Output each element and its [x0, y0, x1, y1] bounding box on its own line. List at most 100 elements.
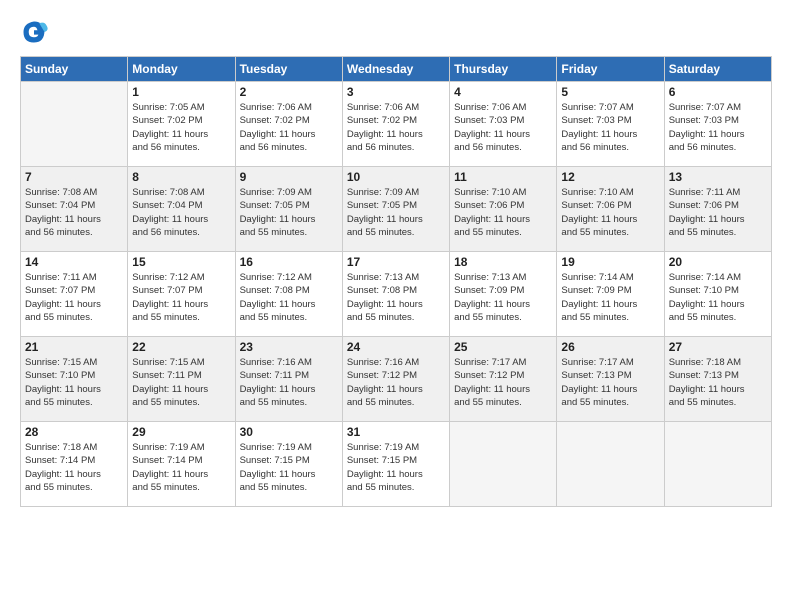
day-number: 22	[132, 340, 230, 354]
day-detail: Sunrise: 7:11 AM Sunset: 7:06 PM Dayligh…	[669, 186, 767, 239]
weekday-header-sunday: Sunday	[21, 57, 128, 82]
calendar-day-cell: 21 Sunrise: 7:15 AM Sunset: 7:10 PM Dayli…	[21, 337, 128, 422]
day-detail: Sunrise: 7:14 AM Sunset: 7:10 PM Dayligh…	[669, 271, 767, 324]
day-detail: Sunrise: 7:18 AM Sunset: 7:14 PM Dayligh…	[25, 441, 123, 494]
day-detail: Sunrise: 7:09 AM Sunset: 7:05 PM Dayligh…	[240, 186, 338, 239]
day-number: 11	[454, 170, 552, 184]
day-detail: Sunrise: 7:14 AM Sunset: 7:09 PM Dayligh…	[561, 271, 659, 324]
day-number: 10	[347, 170, 445, 184]
weekday-header-friday: Friday	[557, 57, 664, 82]
day-detail: Sunrise: 7:10 AM Sunset: 7:06 PM Dayligh…	[561, 186, 659, 239]
header	[20, 18, 772, 46]
day-detail: Sunrise: 7:10 AM Sunset: 7:06 PM Dayligh…	[454, 186, 552, 239]
calendar-day-cell	[664, 422, 771, 507]
weekday-header-monday: Monday	[128, 57, 235, 82]
calendar-day-cell: 13 Sunrise: 7:11 AM Sunset: 7:06 PM Dayli…	[664, 167, 771, 252]
calendar-day-cell: 7 Sunrise: 7:08 AM Sunset: 7:04 PM Daylig…	[21, 167, 128, 252]
day-number: 9	[240, 170, 338, 184]
day-number: 5	[561, 85, 659, 99]
day-number: 18	[454, 255, 552, 269]
weekday-header-row: SundayMondayTuesdayWednesdayThursdayFrid…	[21, 57, 772, 82]
calendar-week-row: 14 Sunrise: 7:11 AM Sunset: 7:07 PM Dayli…	[21, 252, 772, 337]
day-detail: Sunrise: 7:15 AM Sunset: 7:10 PM Dayligh…	[25, 356, 123, 409]
day-number: 26	[561, 340, 659, 354]
day-detail: Sunrise: 7:13 AM Sunset: 7:09 PM Dayligh…	[454, 271, 552, 324]
weekday-header-tuesday: Tuesday	[235, 57, 342, 82]
calendar-day-cell: 22Sunrise: 7:15 AM Sunset: 7:11 PM Dayli…	[128, 337, 235, 422]
day-number: 20	[669, 255, 767, 269]
calendar-day-cell: 29Sunrise: 7:19 AM Sunset: 7:14 PM Dayli…	[128, 422, 235, 507]
calendar-day-cell: 17Sunrise: 7:13 AM Sunset: 7:08 PM Dayli…	[342, 252, 449, 337]
day-number: 17	[347, 255, 445, 269]
day-detail: Sunrise: 7:18 AM Sunset: 7:13 PM Dayligh…	[669, 356, 767, 409]
day-number: 6	[669, 85, 767, 99]
calendar-day-cell: 6 Sunrise: 7:07 AM Sunset: 7:03 PM Daylig…	[664, 82, 771, 167]
calendar-day-cell: 26Sunrise: 7:17 AM Sunset: 7:13 PM Dayli…	[557, 337, 664, 422]
day-number: 1	[132, 85, 230, 99]
calendar-day-cell: 14 Sunrise: 7:11 AM Sunset: 7:07 PM Dayli…	[21, 252, 128, 337]
weekday-header-saturday: Saturday	[664, 57, 771, 82]
calendar-day-cell: 2Sunrise: 7:06 AM Sunset: 7:02 PM Daylig…	[235, 82, 342, 167]
day-number: 30	[240, 425, 338, 439]
day-number: 19	[561, 255, 659, 269]
day-number: 15	[132, 255, 230, 269]
calendar-day-cell: 24 Sunrise: 7:16 AM Sunset: 7:12 PM Dayli…	[342, 337, 449, 422]
logo-icon	[20, 18, 48, 46]
calendar-day-cell: 3Sunrise: 7:06 AM Sunset: 7:02 PM Daylig…	[342, 82, 449, 167]
weekday-header-thursday: Thursday	[450, 57, 557, 82]
day-detail: Sunrise: 7:16 AM Sunset: 7:11 PM Dayligh…	[240, 356, 338, 409]
day-number: 4	[454, 85, 552, 99]
calendar-day-cell: 30 Sunrise: 7:19 AM Sunset: 7:15 PM Dayli…	[235, 422, 342, 507]
calendar-day-cell	[557, 422, 664, 507]
day-number: 16	[240, 255, 338, 269]
calendar-day-cell: 23Sunrise: 7:16 AM Sunset: 7:11 PM Dayli…	[235, 337, 342, 422]
day-detail: Sunrise: 7:07 AM Sunset: 7:03 PM Dayligh…	[561, 101, 659, 154]
day-number: 13	[669, 170, 767, 184]
day-detail: Sunrise: 7:19 AM Sunset: 7:14 PM Dayligh…	[132, 441, 230, 494]
day-detail: Sunrise: 7:07 AM Sunset: 7:03 PM Dayligh…	[669, 101, 767, 154]
calendar-day-cell: 11 Sunrise: 7:10 AM Sunset: 7:06 PM Dayli…	[450, 167, 557, 252]
day-number: 28	[25, 425, 123, 439]
calendar-day-cell: 9 Sunrise: 7:09 AM Sunset: 7:05 PM Daylig…	[235, 167, 342, 252]
calendar-week-row: 1 Sunrise: 7:05 AM Sunset: 7:02 PM Daylig…	[21, 82, 772, 167]
day-detail: Sunrise: 7:12 AM Sunset: 7:07 PM Dayligh…	[132, 271, 230, 324]
day-number: 25	[454, 340, 552, 354]
day-detail: Sunrise: 7:09 AM Sunset: 7:05 PM Dayligh…	[347, 186, 445, 239]
calendar-table: SundayMondayTuesdayWednesdayThursdayFrid…	[20, 56, 772, 507]
calendar-day-cell	[450, 422, 557, 507]
calendar-day-cell: 18 Sunrise: 7:13 AM Sunset: 7:09 PM Dayli…	[450, 252, 557, 337]
calendar-day-cell: 25 Sunrise: 7:17 AM Sunset: 7:12 PM Dayli…	[450, 337, 557, 422]
day-detail: Sunrise: 7:08 AM Sunset: 7:04 PM Dayligh…	[132, 186, 230, 239]
calendar-day-cell: 12 Sunrise: 7:10 AM Sunset: 7:06 PM Dayli…	[557, 167, 664, 252]
day-detail: Sunrise: 7:08 AM Sunset: 7:04 PM Dayligh…	[25, 186, 123, 239]
day-number: 27	[669, 340, 767, 354]
day-detail: Sunrise: 7:19 AM Sunset: 7:15 PM Dayligh…	[347, 441, 445, 494]
day-number: 21	[25, 340, 123, 354]
day-detail: Sunrise: 7:06 AM Sunset: 7:03 PM Dayligh…	[454, 101, 552, 154]
day-detail: Sunrise: 7:12 AM Sunset: 7:08 PM Dayligh…	[240, 271, 338, 324]
logo	[20, 18, 52, 46]
day-number: 24	[347, 340, 445, 354]
calendar-week-row: 28 Sunrise: 7:18 AM Sunset: 7:14 PM Dayli…	[21, 422, 772, 507]
calendar-week-row: 21 Sunrise: 7:15 AM Sunset: 7:10 PM Dayli…	[21, 337, 772, 422]
calendar-day-cell: 4 Sunrise: 7:06 AM Sunset: 7:03 PM Daylig…	[450, 82, 557, 167]
calendar-day-cell: 28 Sunrise: 7:18 AM Sunset: 7:14 PM Dayli…	[21, 422, 128, 507]
day-detail: Sunrise: 7:11 AM Sunset: 7:07 PM Dayligh…	[25, 271, 123, 324]
day-detail: Sunrise: 7:06 AM Sunset: 7:02 PM Dayligh…	[240, 101, 338, 154]
calendar-day-cell: 19 Sunrise: 7:14 AM Sunset: 7:09 PM Dayli…	[557, 252, 664, 337]
day-detail: Sunrise: 7:19 AM Sunset: 7:15 PM Dayligh…	[240, 441, 338, 494]
day-number: 12	[561, 170, 659, 184]
calendar-day-cell: 8Sunrise: 7:08 AM Sunset: 7:04 PM Daylig…	[128, 167, 235, 252]
calendar-day-cell: 5 Sunrise: 7:07 AM Sunset: 7:03 PM Daylig…	[557, 82, 664, 167]
calendar-page: SundayMondayTuesdayWednesdayThursdayFrid…	[0, 0, 792, 612]
day-detail: Sunrise: 7:16 AM Sunset: 7:12 PM Dayligh…	[347, 356, 445, 409]
day-number: 14	[25, 255, 123, 269]
day-number: 7	[25, 170, 123, 184]
calendar-day-cell: 10 Sunrise: 7:09 AM Sunset: 7:05 PM Dayli…	[342, 167, 449, 252]
calendar-day-cell: 20 Sunrise: 7:14 AM Sunset: 7:10 PM Dayli…	[664, 252, 771, 337]
weekday-header-wednesday: Wednesday	[342, 57, 449, 82]
calendar-day-cell: 27 Sunrise: 7:18 AM Sunset: 7:13 PM Dayli…	[664, 337, 771, 422]
day-number: 31	[347, 425, 445, 439]
day-detail: Sunrise: 7:05 AM Sunset: 7:02 PM Dayligh…	[132, 101, 230, 154]
day-detail: Sunrise: 7:17 AM Sunset: 7:12 PM Dayligh…	[454, 356, 552, 409]
